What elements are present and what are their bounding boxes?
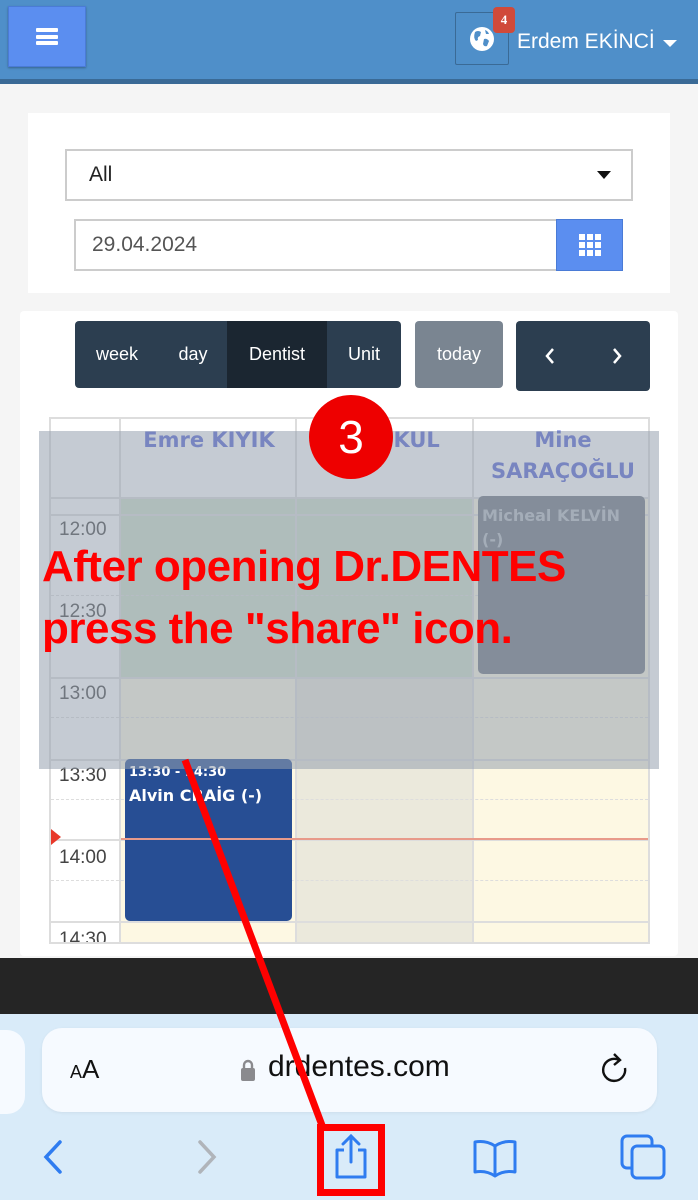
text-size-small: A — [70, 1062, 83, 1082]
hamburger-icon — [36, 28, 58, 45]
view-unit-button[interactable]: Unit — [327, 321, 401, 388]
current-time-arrow-icon — [51, 829, 61, 845]
dentist-filter-select[interactable]: All — [65, 149, 633, 201]
next-button[interactable] — [583, 321, 650, 391]
date-input[interactable]: 29.04.2024 — [74, 219, 557, 271]
globe-icon — [470, 26, 494, 51]
today-button[interactable]: today — [415, 321, 503, 388]
bookmarks-button[interactable] — [470, 1132, 520, 1182]
instruction-text: After opening Dr.DENTES press the "share… — [42, 536, 566, 660]
user-menu[interactable]: Erdem EKİNCİ — [517, 30, 677, 54]
prev-button[interactable] — [516, 321, 583, 391]
url-text: drdentes.com — [268, 1050, 450, 1083]
previous-tab-peek[interactable] — [0, 1030, 25, 1114]
page-bottom-strip — [0, 958, 698, 1014]
share-highlight-box — [317, 1124, 385, 1196]
user-name: Erdem EKİNCİ — [517, 30, 655, 53]
view-day-button[interactable]: day — [159, 321, 227, 388]
time-label: 14:30 — [59, 929, 107, 944]
view-dentist-button[interactable]: Dentist — [227, 321, 327, 388]
select-value: All — [89, 163, 113, 186]
tabs-button[interactable] — [618, 1132, 668, 1182]
date-picker-button[interactable] — [556, 219, 623, 271]
grid-calendar-icon — [578, 234, 601, 256]
appointment-event[interactable]: 13:30 - 14:30 Alvin CRAİG (-) — [125, 759, 292, 921]
current-time-line — [121, 838, 648, 840]
caret-down-icon — [597, 171, 611, 179]
bookmarks-icon — [473, 1140, 517, 1178]
lock-icon — [241, 1059, 255, 1081]
step-number-badge: 3 — [309, 395, 393, 479]
event-patient: Alvin CRAİG (-) — [129, 786, 263, 805]
back-button[interactable] — [30, 1132, 80, 1182]
caret-down-icon — [662, 39, 677, 47]
instruction-line-1: After opening Dr.DENTES — [42, 542, 566, 591]
chevron-right-icon — [612, 348, 622, 364]
forward-icon — [198, 1140, 217, 1174]
back-icon — [43, 1140, 62, 1174]
date-value: 29.04.2024 — [92, 233, 198, 256]
page: 4 Erdem EKİNCİ All 29.04.2024 week day D… — [0, 0, 698, 1200]
text-size-button[interactable]: AA — [70, 1054, 99, 1085]
instruction-line-2: press the "share" icon. — [42, 604, 513, 653]
date-navigation — [516, 321, 650, 391]
view-week-button[interactable]: week — [75, 321, 159, 388]
chevron-left-icon — [544, 348, 554, 364]
filter-panel: All 29.04.2024 — [28, 113, 670, 293]
text-size-big: A — [82, 1054, 100, 1084]
address-bar[interactable]: AA drdentes.com — [42, 1028, 657, 1112]
menu-button[interactable] — [8, 6, 86, 67]
view-switcher: week day Dentist Unit — [75, 321, 401, 388]
notification-badge: 4 — [493, 7, 515, 33]
reload-icon[interactable] — [597, 1051, 633, 1087]
time-label: 14:00 — [59, 847, 107, 868]
top-navbar: 4 Erdem EKİNCİ — [0, 0, 698, 84]
tabs-icon — [620, 1134, 666, 1180]
row-divider — [51, 921, 648, 923]
forward-button[interactable] — [180, 1132, 230, 1182]
